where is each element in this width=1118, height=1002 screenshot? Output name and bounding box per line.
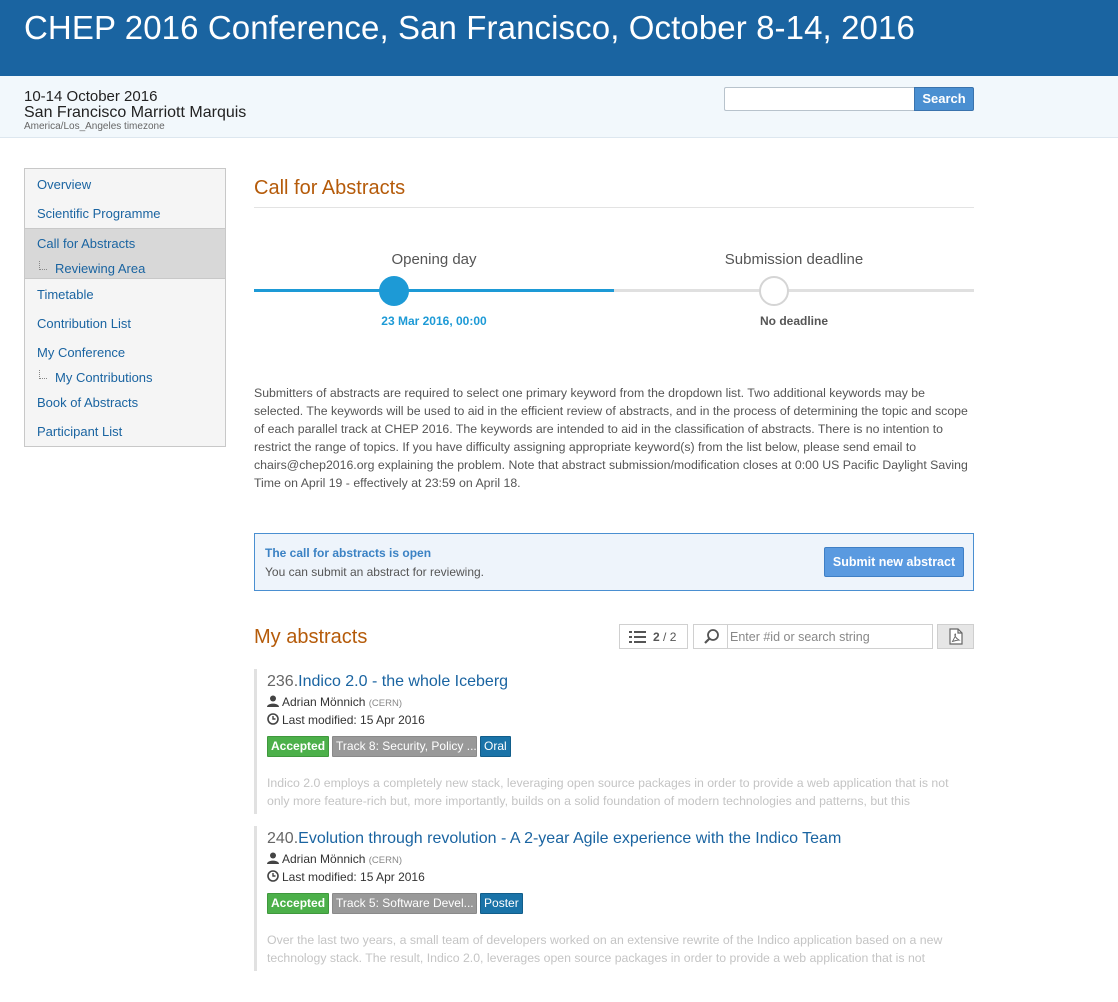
conference-header: CHEP 2016 Conference, San Francisco, Oct… <box>0 0 1118 76</box>
timeline-progress-done <box>254 289 614 292</box>
abstract-count-shown: 2 <box>653 630 660 644</box>
sidebar-item-call-for-abstracts[interactable]: Call for Abstracts <box>37 236 135 251</box>
my-abstracts-title: My abstracts <box>254 626 368 648</box>
sidebar-menu: Overview Scientific Programme Call for A… <box>24 168 226 447</box>
sidebar-item-timetable[interactable]: Timetable <box>37 287 94 302</box>
search-button[interactable]: Search <box>914 87 974 111</box>
search-input[interactable] <box>724 87 914 111</box>
abstract-counter[interactable]: 2 / 2 <box>619 624 688 649</box>
export-pdf-button[interactable] <box>937 624 974 649</box>
title-divider <box>254 207 974 208</box>
list-icon <box>629 631 646 643</box>
abstract-modified: Last modified: 15 Apr 2016 <box>267 870 425 884</box>
abstract-item-bar <box>254 826 257 971</box>
event-dates: 10-14 October 2016 <box>24 88 158 105</box>
sidebar-item-contribution-list[interactable]: Contribution List <box>37 316 131 331</box>
abstract-author: Adrian Mönnich (CERN) <box>267 695 402 709</box>
cfa-description: Submitters of abstracts are required to … <box>254 386 968 490</box>
cfa-status-title: The call for abstracts is open <box>265 546 432 560</box>
abstract-search-input[interactable] <box>730 627 928 646</box>
abstract-author-affiliation: (CERN) <box>368 855 402 866</box>
tree-branch-icon <box>39 261 47 270</box>
sidebar-item-book-of-abstracts[interactable]: Book of Abstracts <box>37 395 138 410</box>
timeline-deadline-marker <box>759 276 789 306</box>
sidebar-item-my-contributions[interactable]: My Contributions <box>55 370 153 385</box>
page-title: Call for Abstracts <box>254 177 406 199</box>
sidebar-item-overview[interactable]: Overview <box>37 177 91 192</box>
timeline-opening-marker <box>379 276 409 306</box>
track-badge: Track 5: Software Devel... <box>332 893 478 914</box>
submit-new-abstract-button[interactable]: Submit new abstract <box>824 547 964 577</box>
abstract-tags: Accepted Track 8: Security, Policy ... Ora… <box>267 736 514 757</box>
abstract-item-bar <box>254 669 257 814</box>
pdf-icon <box>949 628 963 645</box>
abstract-modified-text: Last modified: 15 Apr 2016 <box>282 870 425 884</box>
event-venue: San Francisco Marriott Marquis <box>24 104 247 121</box>
sidebar-item-participant-list[interactable]: Participant List <box>37 424 122 439</box>
contribution-type-badge: Oral <box>480 736 511 757</box>
event-timezone: America/Los_Angeles timezone <box>24 121 165 132</box>
timeline-opening-date: 23 Mar 2016, 00:00 <box>381 314 487 328</box>
cfa-status-text: You can submit an abstract for reviewing… <box>265 565 485 579</box>
contribution-type-badge: Poster <box>480 893 523 914</box>
sidebar-item-reviewing-area[interactable]: Reviewing Area <box>55 261 145 276</box>
clock-icon <box>267 713 279 725</box>
abstract-excerpt: Over the last two years, a small team of… <box>267 933 943 965</box>
user-icon <box>267 695 279 707</box>
abstract-search-group <box>693 624 933 649</box>
abstract-author-name: Adrian Mönnich <box>282 852 366 866</box>
tree-branch-icon <box>39 370 47 379</box>
user-icon <box>267 852 279 864</box>
timeline-progress-remaining <box>614 289 974 292</box>
sidebar-item-scientific-programme[interactable]: Scientific Programme <box>37 206 161 221</box>
abstract-item: 240.Evolution through revolution - A 2-y… <box>254 826 974 971</box>
timeline-deadline-label: Submission deadline <box>724 251 864 268</box>
sidebar-item-my-conference[interactable]: My Conference <box>37 345 125 360</box>
abstract-title: 236.Indico 2.0 - the whole Iceberg <box>267 673 508 691</box>
abstract-title-link[interactable]: Indico 2.0 - the whole Iceberg <box>298 673 508 690</box>
track-badge: Track 8: Security, Policy ... <box>332 736 478 757</box>
conference-title[interactable]: CHEP 2016 Conference, San Francisco, Oct… <box>24 9 915 47</box>
timeline-deadline-date: No deadline <box>759 314 828 328</box>
abstract-tags: Accepted Track 5: Software Devel... Poster <box>267 893 526 914</box>
timeline-opening-label: Opening day <box>391 251 477 268</box>
abstract-author-affiliation: (CERN) <box>368 698 402 709</box>
abstract-title-link[interactable]: Evolution through revolution - A 2-year … <box>298 830 841 847</box>
abstract-item: 236.Indico 2.0 - the whole Iceberg Adria… <box>254 669 974 814</box>
status-badge: Accepted <box>267 736 330 757</box>
cfa-status-box: The call for abstracts is open You can s… <box>254 533 974 591</box>
abstract-count-total: / 2 <box>663 630 677 644</box>
search-icon <box>694 625 728 648</box>
abstract-author-name: Adrian Mönnich <box>282 695 366 709</box>
abstract-excerpt: Indico 2.0 employs a completely new stac… <box>267 776 949 808</box>
status-badge: Accepted <box>267 893 330 914</box>
abstract-title: 240.Evolution through revolution - A 2-y… <box>267 830 841 848</box>
clock-icon <box>267 870 279 882</box>
abstract-modified-text: Last modified: 15 Apr 2016 <box>282 713 425 727</box>
abstract-modified: Last modified: 15 Apr 2016 <box>267 713 425 727</box>
abstract-author: Adrian Mönnich (CERN) <box>267 852 402 866</box>
abstract-number: 236. <box>267 673 299 690</box>
abstract-number: 240. <box>267 830 299 847</box>
